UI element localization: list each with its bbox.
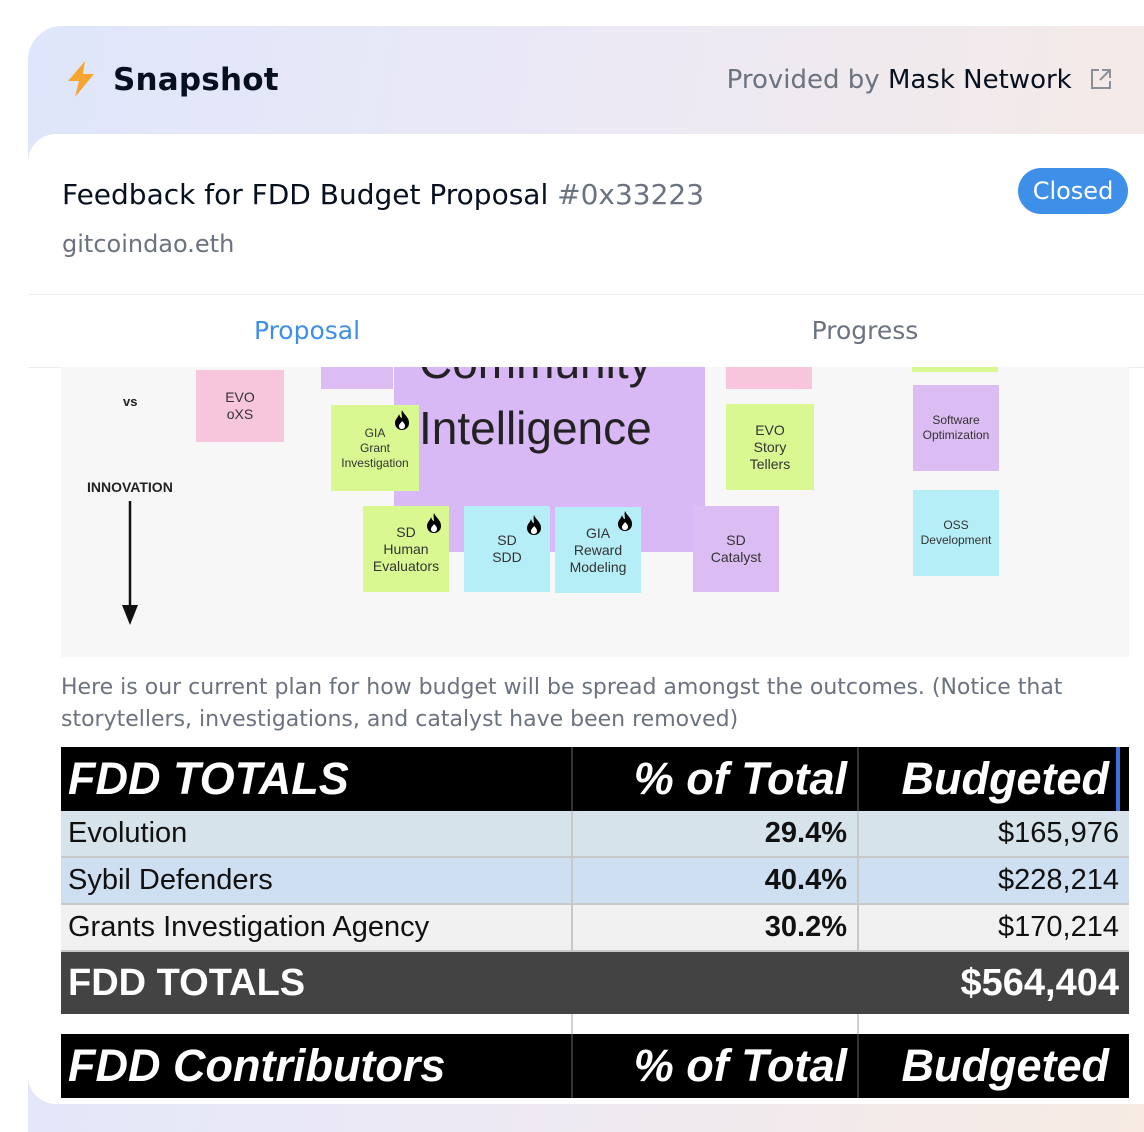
fire-icon [527,515,541,535]
widget-header: Snapshot Provided by Mask Network [28,26,1144,134]
total-row: FDD TOTALS $564,404 [61,952,1129,1014]
row-name: Sybil Defenders [68,864,273,896]
tab-progress[interactable]: Progress [586,295,1144,367]
row-budget: $165,976 [857,811,1129,856]
header-cell: Budgeted [857,1034,1129,1098]
vs-label: vs [123,394,138,409]
note-software: Software Optimization [913,385,999,471]
total-label: FDD TOTALS [68,962,306,1004]
note-evo-oxs: EVO oXS [196,370,284,442]
table-header-contributors: FDD Contributors % of Total Budgeted [61,1034,1129,1098]
status-badge: Closed [1018,168,1128,214]
row-name: Evolution [68,817,188,849]
row-name: Grants Investigation Agency [68,911,430,943]
fire-icon [618,511,632,531]
header-cell: % of Total [571,1034,857,1098]
proposal-title-text: Feedback for FDD Budget Proposal [62,178,549,211]
header-cell: % of Total [571,747,857,811]
provider-name: Mask Network [887,65,1072,95]
row-pct: 30.2% [571,905,857,950]
proposal-title[interactable]: Feedback for FDD Budget Proposal #0x3322… [62,178,704,211]
total-value: $564,404 [960,962,1120,1004]
proposal-id: #0x33223 [557,178,705,211]
lightning-icon [68,61,94,97]
intelligence-text: Intelligence [419,402,652,454]
table-gap [61,1014,1129,1034]
table-row: Grants Investigation Agency 30.2% $170,2… [61,905,1129,952]
space-name[interactable]: gitcoindao.eth [62,230,234,258]
down-arrow-icon [122,501,138,625]
total-spacer [571,952,857,1014]
innovation-label: INNOVATION [87,479,173,495]
header-cell: Budgeted [857,747,1129,811]
tab-proposal[interactable]: Proposal [28,295,586,367]
squad-note [321,367,393,389]
external-link-icon[interactable] [1090,68,1112,90]
snapshot-widget: Snapshot Provided by Mask Network Feedba… [28,26,1144,1132]
table-row: Sybil Defenders 40.4% $228,214 [61,858,1129,905]
row-pct: 40.4% [571,858,857,903]
green-note-top [912,367,998,372]
note-sd-catalyst: SD Catalyst [693,506,779,592]
table-edge-marker [1116,747,1120,811]
tab-bar: Proposal Progress [28,294,1144,368]
note-oss: OSS Development [913,490,999,576]
fire-icon [427,513,441,533]
budget-table-image: FDD TOTALS % of Total Budgeted Evolution… [61,747,1129,1098]
brand-title: Snapshot [113,62,279,98]
table-row: Evolution 29.4% $165,976 [61,811,1129,858]
header-cell: FDD TOTALS [68,753,349,804]
provided-by-link[interactable]: Provided by Mask Network [727,65,1112,95]
note-evo-story: EVO Story Tellers [726,404,814,490]
fire-icon [395,410,409,430]
community-text: Community [419,367,652,389]
header-cell: FDD Contributors [68,1040,446,1091]
row-budget: $170,214 [857,905,1129,950]
row-budget: $228,214 [857,858,1129,903]
table-header: FDD TOTALS % of Total Budgeted [61,747,1129,811]
proposal-diagram-image: vs INNOVATION Community Intelligence EVO… [61,367,1129,657]
pink-note-top [726,367,812,389]
provided-prefix: Provided by [726,65,880,95]
proposal-paragraph: Here is our current plan for how budget … [61,675,1063,732]
row-pct: 29.4% [571,811,857,856]
proposal-card: Feedback for FDD Budget Proposal #0x3322… [28,134,1144,1104]
proposal-body: vs INNOVATION Community Intelligence EVO… [28,367,1144,1104]
